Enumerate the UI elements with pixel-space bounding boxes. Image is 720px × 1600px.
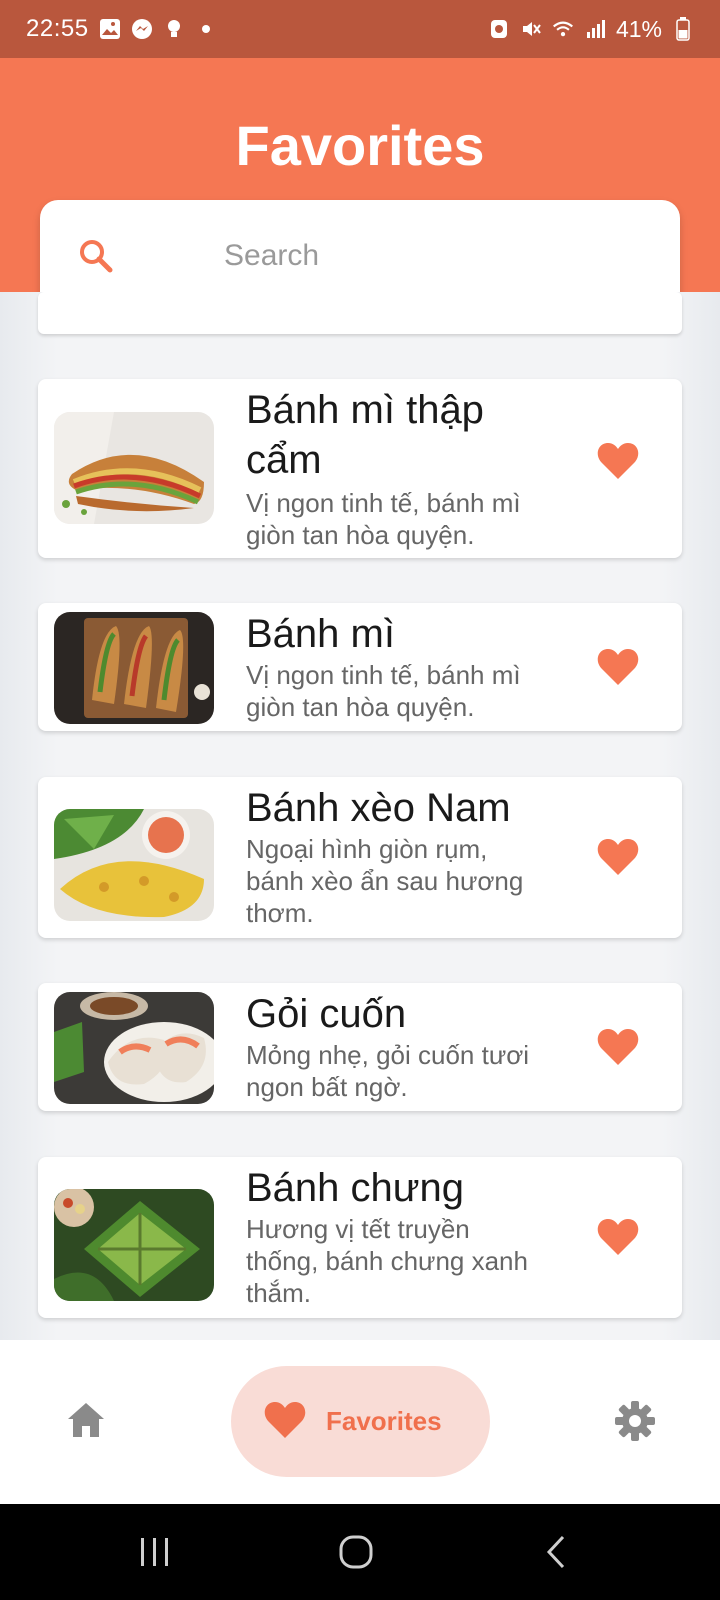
home-circle-icon[interactable] (338, 1534, 374, 1570)
gallery-icon (99, 18, 121, 40)
favorites-list[interactable]: Bánh mì thập cẩm Vị ngon tinh tế, bánh m… (0, 292, 720, 1340)
signal-icon (584, 18, 606, 40)
status-right: 41% (488, 16, 694, 43)
status-bar: 22:55 41% (0, 0, 720, 58)
wifi-icon (552, 18, 574, 40)
bulb-icon (163, 18, 185, 40)
heart-icon[interactable] (596, 837, 640, 877)
recent-apps-icon[interactable] (138, 1534, 172, 1570)
heart-icon (263, 1400, 307, 1440)
mute-icon (520, 18, 542, 40)
item-description: Hương vị tết truyền thống, bánh chưng xa… (246, 1214, 528, 1308)
bottom-nav: Favorites (0, 1340, 720, 1504)
item-title: Bánh xèo Nam (246, 786, 511, 830)
dot-icon (195, 18, 217, 40)
item-title: Gỏi cuốn (246, 992, 407, 1036)
messenger-icon (131, 18, 153, 40)
heart-icon[interactable] (596, 647, 640, 687)
heart-icon[interactable] (596, 1027, 640, 1067)
list-item[interactable]: Bánh chưng Hương vị tết truyền thống, bá… (38, 1157, 682, 1318)
banh-mi-thap-cam-photo (54, 412, 214, 524)
battery-percent: 41% (615, 15, 662, 42)
search-icon (76, 236, 116, 276)
banh-xeo-photo (54, 809, 214, 921)
list-item[interactable]: Bánh mì Vị ngon tinh tế, bánh mì giòn ta… (38, 603, 682, 731)
status-time: 22:55 (26, 15, 89, 42)
status-left: 22:55 (26, 15, 217, 43)
item-description: Mỏng nhẹ, gỏi cuốn tươi ngon bất ngờ. (246, 1040, 530, 1102)
item-description: Vị ngon tinh tế, bánh mì giòn tan hòa qu… (246, 660, 521, 722)
system-nav (0, 1504, 720, 1600)
nav-favorites-button[interactable]: Favorites (231, 1366, 490, 1477)
list-item[interactable]: Bánh xèo Nam Ngoại hình giòn rụm, bánh x… (38, 777, 682, 938)
list-item-partial[interactable] (38, 292, 682, 334)
list-item[interactable]: Bánh mì thập cẩm Vị ngon tinh tế, bánh m… (38, 379, 682, 558)
banh-chung-photo (54, 1189, 214, 1301)
gear-icon[interactable] (614, 1400, 656, 1442)
banh-mi-photo (54, 612, 214, 724)
battery-icon (672, 17, 694, 41)
item-description: Ngoại hình giòn rụm, bánh xèo ẩn sau hươ… (246, 834, 524, 928)
home-icon[interactable] (64, 1400, 108, 1440)
item-title: Bánh mì thập cẩm (246, 388, 484, 482)
item-description: Vị ngon tinh tế, bánh mì giòn tan hòa qu… (246, 488, 521, 550)
heart-icon[interactable] (596, 441, 640, 481)
item-title: Bánh chưng (246, 1166, 465, 1210)
back-icon[interactable] (544, 1534, 568, 1570)
goi-cuon-photo (54, 992, 214, 1104)
item-title: Bánh mì (246, 612, 395, 656)
nav-favorites-label: Favorites (326, 1406, 442, 1436)
list-item[interactable]: Gỏi cuốn Mỏng nhẹ, gỏi cuốn tươi ngon bấ… (38, 983, 682, 1111)
heart-icon[interactable] (596, 1217, 640, 1257)
battery-saver-icon (488, 18, 510, 40)
